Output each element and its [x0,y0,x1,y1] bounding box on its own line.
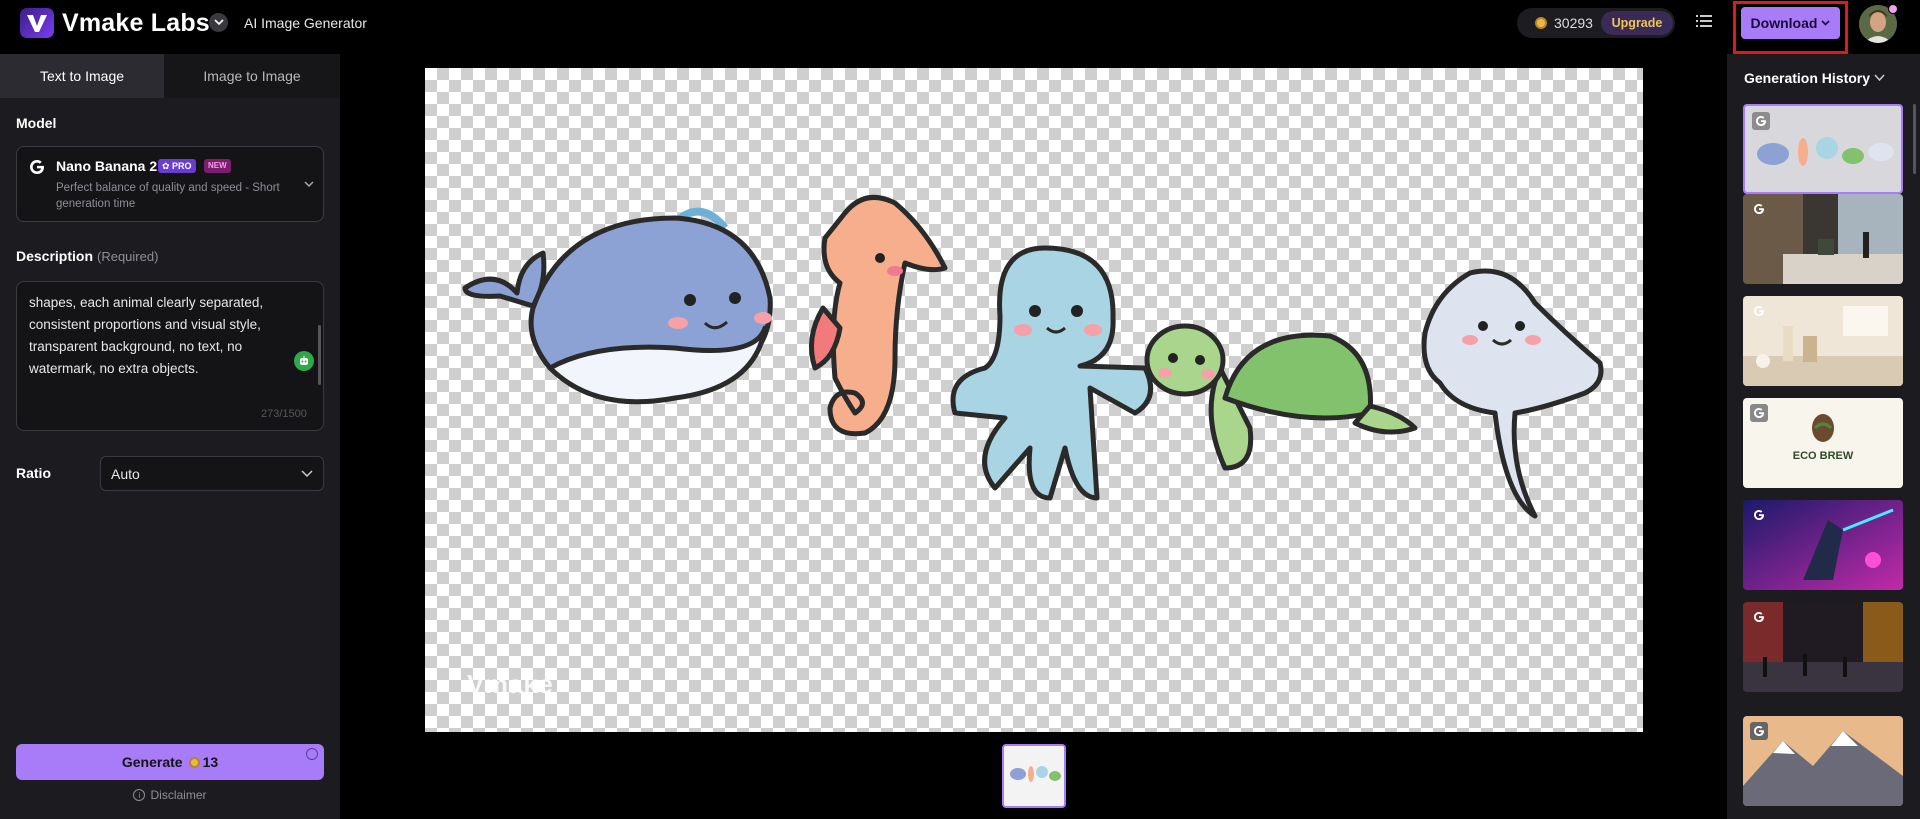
stingray-illustration [1421,268,1604,519]
seahorse-illustration [808,194,948,437]
description-text[interactable]: shapes, each animal clearly separated, c… [29,292,284,380]
description-label: Description [16,248,94,264]
char-count: 273/1500 [261,408,307,420]
chevron-down-icon[interactable] [209,13,228,32]
new-badge: NEW [204,159,231,173]
image-canvas[interactable]: Vmake [425,68,1643,732]
tab-text-to-image[interactable]: Text to Image [0,54,164,98]
info-icon[interactable] [306,748,318,760]
chevron-down-icon [301,470,313,478]
chevron-down-icon [1821,20,1831,26]
google-icon [1752,112,1770,130]
history-scrollbar[interactable] [1913,104,1916,174]
app-name: AI Image Generator [244,15,367,31]
history-item-hotel-lobby[interactable] [1743,194,1903,284]
ratio-label: Ratio [16,465,51,481]
credit-count: 30293 [1554,15,1593,31]
description-required: (Required) [97,249,159,264]
eco-brew-text: ECO BREW [1792,450,1854,462]
credits-pill[interactable]: 30293 Upgrade [1517,8,1675,38]
octopus-illustration [950,245,1154,501]
download-label: Download [1750,15,1818,31]
turtle-illustration [1144,323,1418,471]
tab-image-to-image[interactable]: Image to Image [164,54,340,98]
chevron-down-icon [304,181,314,188]
model-name: Nano Banana 2 [56,158,158,174]
upgrade-button[interactable]: Upgrade [1601,11,1673,35]
history-item-neon-city[interactable] [1743,602,1903,692]
coin-icon [188,756,200,768]
history-item-mountains[interactable] [1743,716,1903,806]
generate-cost: 13 [202,754,219,770]
description-scrollbar[interactable] [318,325,321,385]
history-title[interactable]: Generation History [1744,70,1870,86]
brand-name[interactable]: Vmake Labs [62,9,210,38]
history-item-cyberpunk[interactable] [1743,500,1903,590]
coin-icon [1535,17,1547,29]
history-panel: Generation History ECO BREW [1727,54,1920,819]
ai-assist-icon[interactable] [294,351,314,371]
google-icon [1750,404,1768,422]
description-textarea[interactable]: shapes, each animal clearly separated, c… [16,281,324,431]
mode-tabs: Text to Image Image to Image [0,54,340,98]
generate-button[interactable]: Generate 13 [16,744,324,780]
generate-label: Generate [121,754,183,770]
left-panel: Text to Image Image to Image Model Nano … [0,54,340,819]
model-description: Perfect balance of quality and speed - S… [56,182,280,210]
watermark: Vmake [467,669,554,699]
download-button[interactable]: Download [1741,7,1840,39]
history-item-lumiere-perfume[interactable] [1743,296,1903,386]
google-icon [30,160,44,174]
model-label: Model [16,115,57,131]
google-icon [1754,510,1764,520]
google-icon [1750,722,1768,740]
top-bar: Vmake Labs AI Image Generator 30293 Upgr… [0,0,1920,54]
info-icon: i [133,789,146,801]
result-thumbnail[interactable] [1002,744,1066,808]
ratio-select[interactable]: Auto [100,456,324,491]
disclaimer-label: Disclaimer [150,788,207,802]
google-icon [1754,204,1764,214]
history-item-sea-animals[interactable] [1743,104,1903,194]
disclaimer-link[interactable]: i Disclaimer [0,788,340,802]
notification-badge [1888,4,1898,14]
vmake-logo-icon[interactable] [20,8,54,38]
whale-illustration [462,207,773,405]
history-item-eco-brew[interactable]: ECO BREW [1743,398,1903,488]
pro-badge: ✿ PRO [158,159,196,173]
google-icon [1754,612,1764,622]
model-selector[interactable]: Nano Banana 2 ✿ PRO NEW Perfect balance … [16,146,324,222]
chevron-down-icon[interactable] [1874,74,1885,82]
ratio-value: Auto [111,466,140,482]
generated-image [462,194,1604,519]
google-icon [1754,306,1764,316]
task-list-icon[interactable] [1696,14,1712,28]
